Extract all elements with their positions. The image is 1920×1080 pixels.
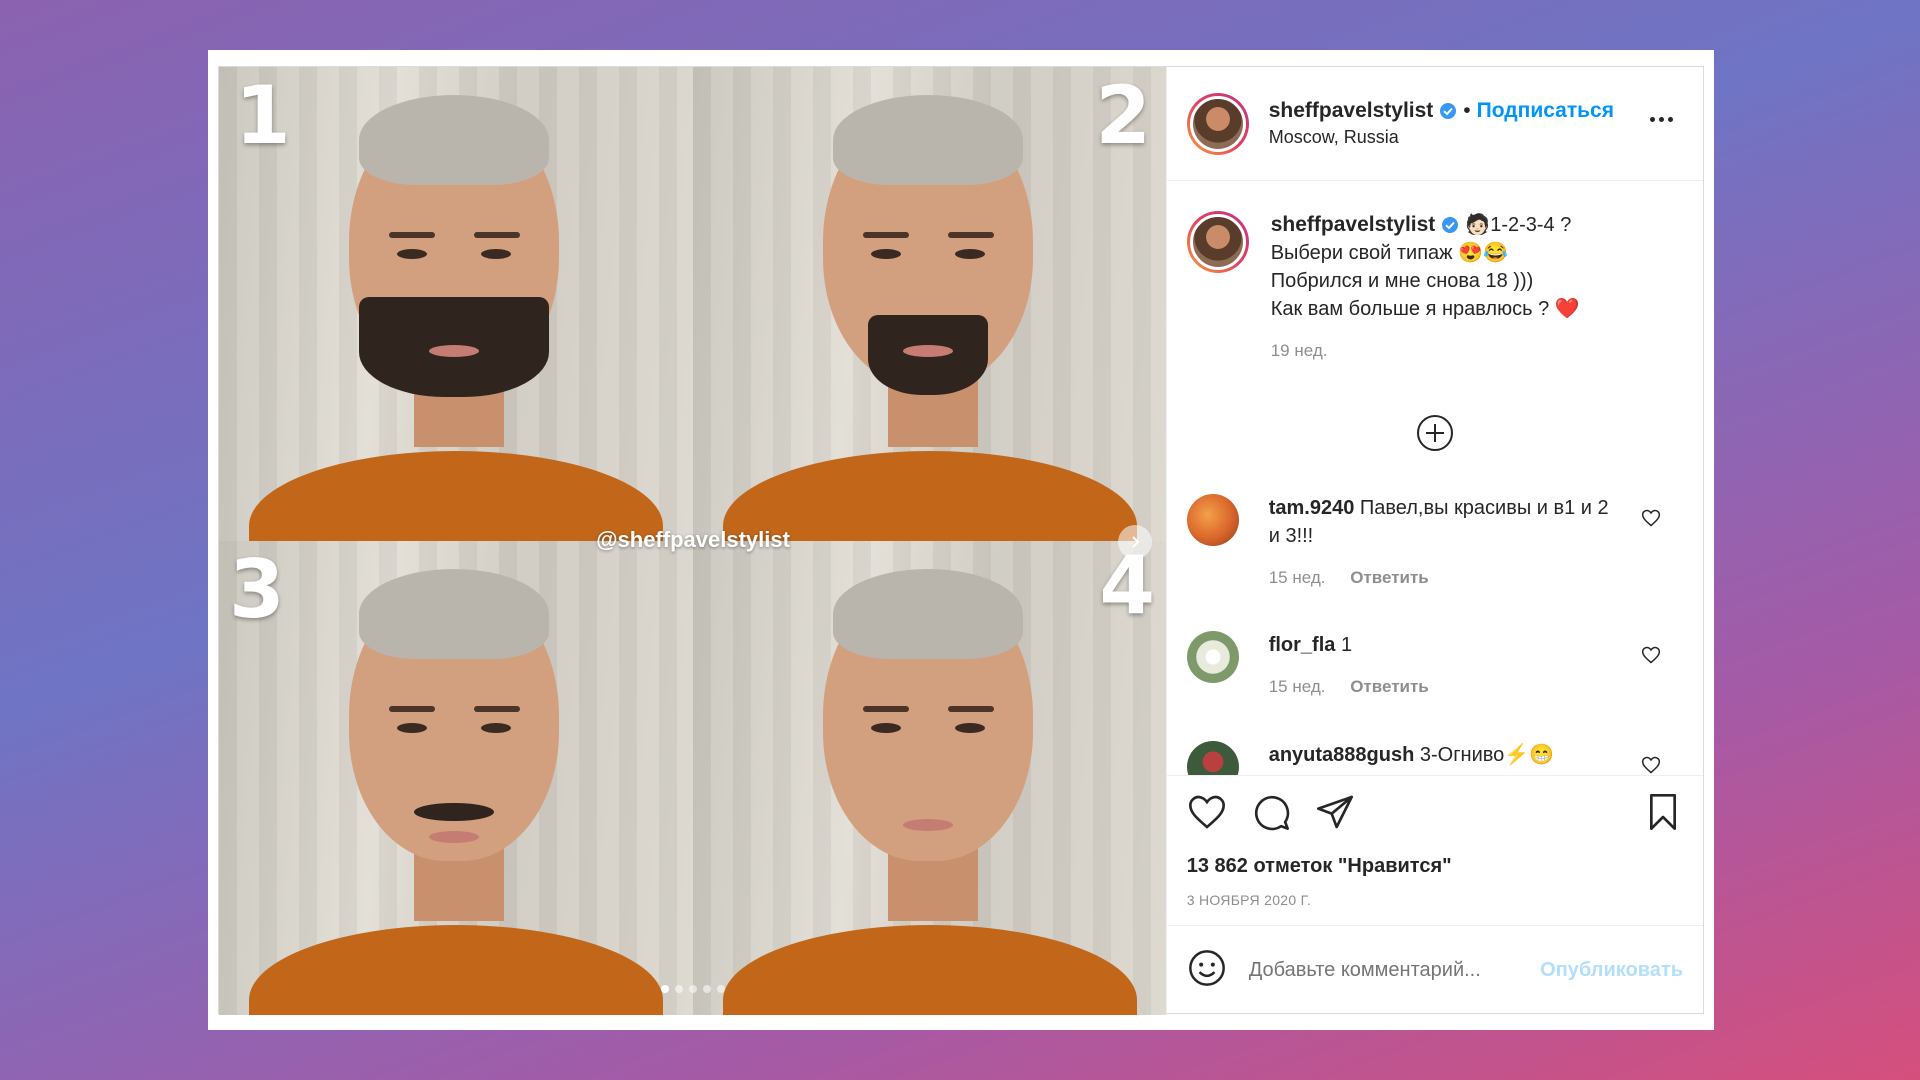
post-date: 3 НОЯБРЯ 2020 Г. bbox=[1186, 892, 1312, 908]
emoji-smile-icon[interactable] bbox=[1187, 948, 1227, 993]
caption-line-3: Побрился и мне снова 18 ))) bbox=[1270, 270, 1534, 292]
chevron-right-icon bbox=[1132, 536, 1140, 548]
comment-username[interactable]: flor_fla bbox=[1269, 634, 1336, 656]
author-avatar[interactable] bbox=[1186, 92, 1249, 155]
carousel-dot bbox=[661, 985, 669, 993]
carousel-dot bbox=[717, 985, 725, 993]
publish-button[interactable]: Опубликовать bbox=[1540, 959, 1683, 982]
post-side-panel: sheffpavelstylist • Подписаться Moscow, … bbox=[1165, 67, 1703, 1015]
photo-quadrant-4: 4 bbox=[693, 541, 1166, 1015]
comment-item: tam.9240 Павел,вы красивы и в1 и 2 и 3!!… bbox=[1186, 494, 1683, 592]
post-caption: sheffpavelstylist 🧑🏻1-2-3-4 ? Выбери сво… bbox=[1186, 211, 1683, 365]
load-more-comments-button[interactable] bbox=[1167, 413, 1703, 453]
caption-line-2: Выбери свой типаж 😍😂 bbox=[1270, 242, 1508, 264]
commenter-avatar[interactable] bbox=[1186, 741, 1239, 775]
carousel-indicator bbox=[219, 985, 1166, 993]
carousel-dot bbox=[689, 985, 697, 993]
instagram-post: 1 2 3 4 @sheffpavelstylist sheffpavelsty… bbox=[218, 66, 1704, 1015]
more-options-icon[interactable] bbox=[1650, 117, 1673, 122]
comments-section[interactable]: sheffpavelstylist 🧑🏻1-2-3-4 ? Выбери сво… bbox=[1167, 181, 1703, 775]
carousel-dot bbox=[703, 985, 711, 993]
photo-quadrant-2: 2 bbox=[693, 67, 1166, 541]
follow-button[interactable]: Подписаться bbox=[1477, 99, 1614, 123]
photo-quadrant-3: 3 bbox=[219, 541, 693, 1015]
comment-username[interactable]: tam.9240 bbox=[1269, 497, 1355, 519]
quadrant-number-1: 1 bbox=[235, 69, 291, 162]
post-location[interactable]: Moscow, Russia bbox=[1269, 127, 1614, 148]
verified-badge-icon bbox=[1441, 216, 1459, 234]
post-header: sheffpavelstylist • Подписаться Moscow, … bbox=[1166, 67, 1703, 181]
quadrant-number-3: 3 bbox=[229, 543, 285, 636]
comment-item: anyuta888gush 3-Огниво⚡😁 bbox=[1186, 741, 1683, 775]
quadrant-number-2: 2 bbox=[1095, 69, 1151, 162]
post-media-carousel[interactable]: 1 2 3 4 @sheffpavelstylist bbox=[219, 67, 1166, 1015]
caption-time: 19 нед. bbox=[1270, 341, 1328, 360]
plus-circle-icon bbox=[1416, 415, 1453, 451]
commenter-avatar[interactable] bbox=[1186, 631, 1239, 683]
comment-username[interactable]: anyuta888gush bbox=[1269, 744, 1415, 766]
add-comment-bar: Опубликовать bbox=[1166, 925, 1703, 1015]
header-separator: • bbox=[1463, 99, 1471, 122]
caption-username[interactable]: sheffpavelstylist bbox=[1271, 211, 1436, 239]
share-send-icon[interactable] bbox=[1315, 792, 1355, 837]
comment-like-heart-icon[interactable] bbox=[1641, 508, 1661, 533]
comment-time: 15 нед. bbox=[1268, 677, 1326, 696]
commenter-avatar[interactable] bbox=[1186, 494, 1239, 546]
comment-text: 1 bbox=[1340, 634, 1353, 656]
comment-like-heart-icon[interactable] bbox=[1641, 645, 1661, 670]
screenshot-frame: 1 2 3 4 @sheffpavelstylist sheffpavelsty… bbox=[208, 50, 1714, 1030]
comment-bubble-icon[interactable] bbox=[1251, 792, 1291, 837]
comment-time: 15 нед. bbox=[1268, 568, 1326, 587]
image-watermark: @sheffpavelstylist bbox=[596, 527, 790, 552]
comment-like-heart-icon[interactable] bbox=[1641, 755, 1661, 775]
likes-count[interactable]: 13 862 отметок "Нравится" bbox=[1187, 855, 1683, 878]
caption-line-1: 🧑🏻1-2-3-4 ? bbox=[1465, 214, 1572, 236]
caption-author-avatar[interactable] bbox=[1186, 211, 1249, 273]
photo-quadrant-1: 1 bbox=[219, 67, 693, 541]
like-heart-icon[interactable] bbox=[1187, 792, 1227, 837]
reply-button[interactable]: Ответить bbox=[1350, 677, 1429, 696]
author-username[interactable]: sheffpavelstylist bbox=[1269, 99, 1434, 123]
comment-input[interactable] bbox=[1248, 959, 1541, 982]
comment-item: flor_fla 1 15 нед. Ответить bbox=[1186, 631, 1683, 701]
carousel-next-button[interactable] bbox=[1118, 525, 1152, 559]
carousel-dot bbox=[675, 985, 683, 993]
verified-badge-icon bbox=[1439, 102, 1457, 120]
comment-text: 3-Огниво⚡😁 bbox=[1419, 744, 1555, 766]
save-bookmark-icon[interactable] bbox=[1645, 792, 1681, 837]
post-actions: 13 862 отметок "Нравится" 3 НОЯБРЯ 2020 … bbox=[1166, 775, 1703, 925]
caption-line-4: Как вам больше я нравлюсь ? ❤️ bbox=[1270, 298, 1580, 320]
reply-button[interactable]: Ответить bbox=[1350, 568, 1429, 587]
